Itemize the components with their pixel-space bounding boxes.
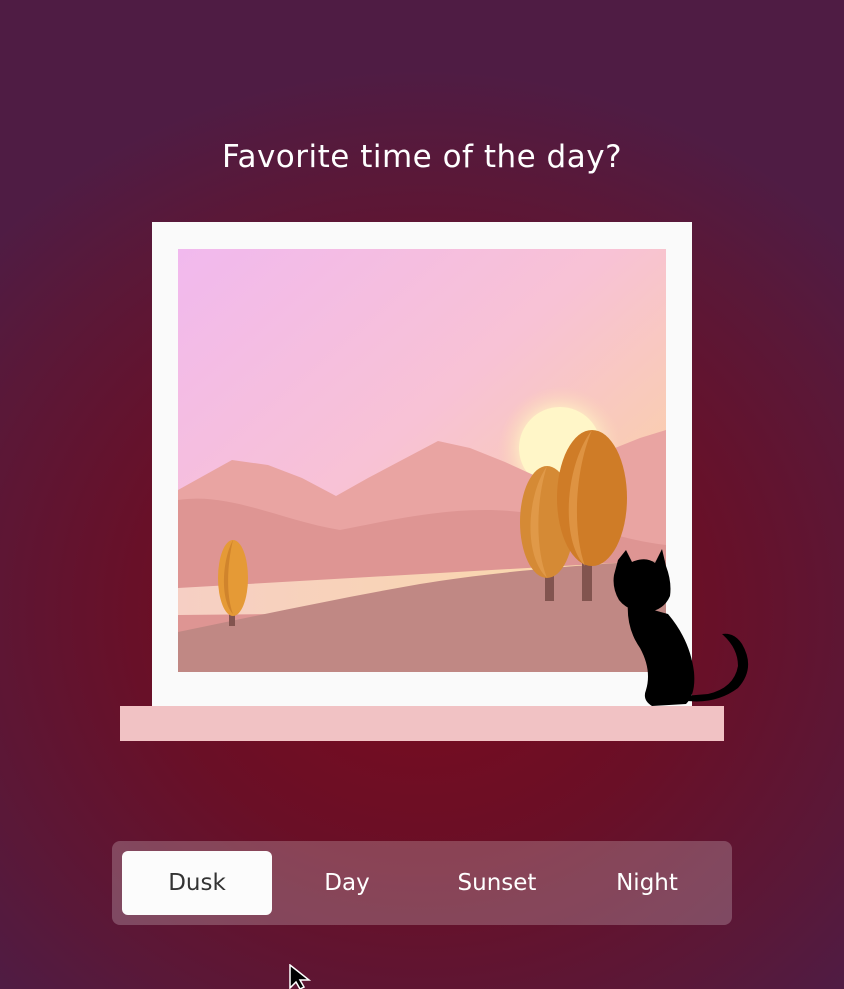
window-sill [120,706,724,741]
option-night-button[interactable]: Night [572,851,722,915]
mouse-cursor-icon [289,964,312,989]
landscape [178,249,666,672]
time-of-day-selector: Dusk Day Sunset Night [112,841,732,925]
option-dusk-button[interactable]: Dusk [122,851,272,915]
option-day-button[interactable]: Day [272,851,422,915]
option-sunset-button[interactable]: Sunset [422,851,572,915]
